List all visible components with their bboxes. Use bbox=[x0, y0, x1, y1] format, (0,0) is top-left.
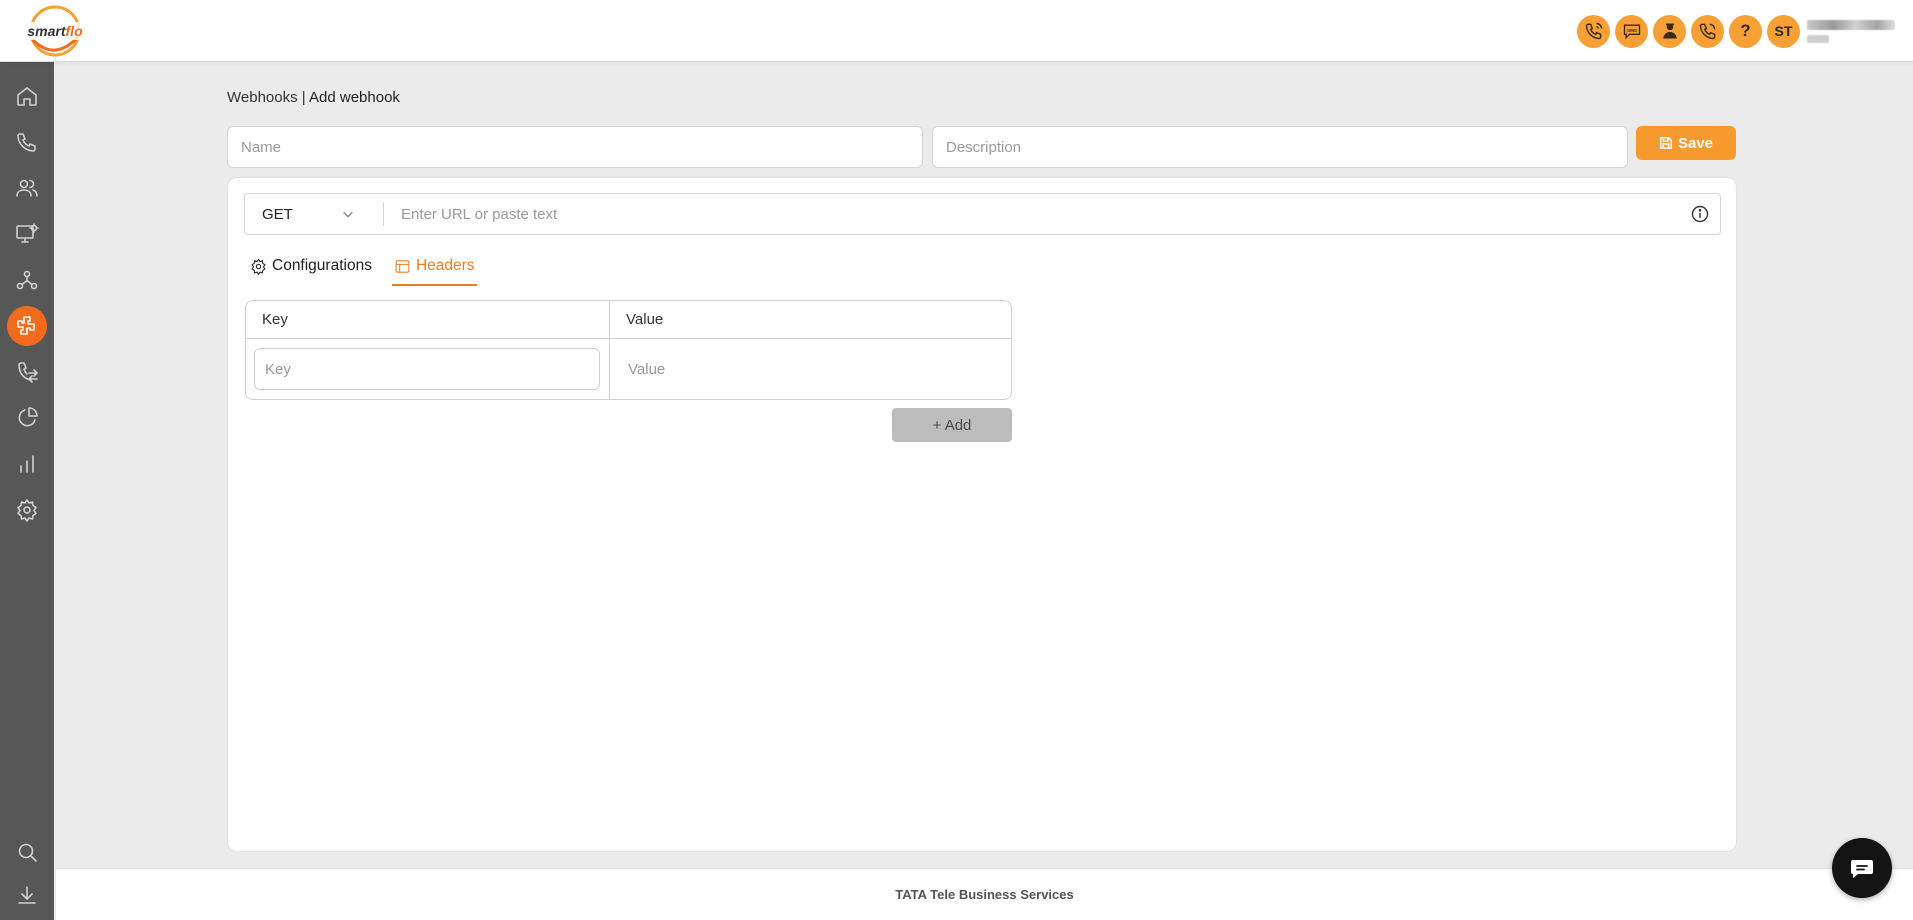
request-bar: GET bbox=[244, 193, 1721, 235]
chat-button[interactable] bbox=[1832, 838, 1892, 898]
sms-icon[interactable]: SMS bbox=[1615, 14, 1648, 48]
window-icon bbox=[395, 259, 410, 273]
name-input[interactable] bbox=[227, 126, 923, 168]
download-icon[interactable] bbox=[7, 876, 47, 916]
agent-icon[interactable] bbox=[1653, 14, 1686, 48]
breadcrumb-separator: | bbox=[297, 89, 310, 106]
network-icon[interactable] bbox=[7, 260, 47, 300]
breadcrumb-parent[interactable]: Webhooks bbox=[227, 89, 298, 106]
avatar[interactable]: ST bbox=[1767, 14, 1800, 48]
tab-configurations[interactable]: Configurations bbox=[248, 256, 374, 286]
smartflo-logo[interactable]: smartflo bbox=[12, 5, 98, 57]
phone-icon[interactable] bbox=[7, 122, 47, 162]
chat-icon bbox=[1851, 860, 1873, 878]
home-icon[interactable] bbox=[7, 76, 47, 116]
sidebar bbox=[0, 62, 54, 920]
phone-call-icon[interactable] bbox=[1577, 14, 1610, 48]
chevron-down-icon bbox=[343, 211, 353, 218]
value-cell bbox=[610, 339, 1011, 399]
url-input[interactable] bbox=[384, 194, 1690, 234]
svg-text:SMS: SMS bbox=[1627, 28, 1637, 33]
settings-icon[interactable] bbox=[7, 490, 47, 530]
search-icon[interactable] bbox=[7, 832, 47, 872]
bar-chart-icon[interactable] bbox=[7, 444, 47, 484]
tab-headers[interactable]: Headers bbox=[391, 256, 477, 286]
footer-text: TATA Tele Business Services bbox=[895, 887, 1074, 902]
header-actions: SMS ? ST bbox=[1577, 14, 1899, 48]
tab-headers-label: Headers bbox=[415, 257, 475, 274]
phone-outgoing-icon[interactable] bbox=[1691, 14, 1724, 48]
info-icon[interactable] bbox=[1690, 204, 1710, 224]
column-header-value: Value bbox=[626, 311, 664, 328]
integrations-icon[interactable] bbox=[7, 306, 47, 346]
description-input[interactable] bbox=[932, 126, 1628, 168]
value-input[interactable] bbox=[628, 349, 928, 389]
headers-table: Key Value bbox=[245, 300, 1012, 400]
method-value: GET bbox=[262, 205, 293, 223]
key-cell bbox=[246, 339, 610, 399]
svg-text:smartflo: smartflo bbox=[27, 23, 83, 39]
table-header: Key Value bbox=[246, 301, 1011, 339]
table-row bbox=[246, 339, 1011, 399]
save-icon bbox=[1659, 136, 1673, 150]
help-icon[interactable]: ? bbox=[1729, 14, 1762, 48]
users-icon[interactable] bbox=[7, 168, 47, 208]
footer: TATA Tele Business Services bbox=[56, 868, 1913, 920]
top-bar: smartflo SMS ? ST bbox=[0, 0, 1913, 62]
webhook-card: GET Configurations Headers Key Value bbox=[227, 177, 1737, 852]
breadcrumb: Webhooks | Add webhook bbox=[227, 89, 400, 106]
save-button-label: Save bbox=[1677, 134, 1714, 152]
column-header-key: Key bbox=[246, 301, 610, 338]
monitor-settings-icon[interactable] bbox=[7, 214, 47, 254]
tab-bar: Configurations Headers bbox=[248, 256, 495, 286]
key-input[interactable] bbox=[254, 348, 600, 390]
breadcrumb-current: Add webhook bbox=[309, 89, 400, 106]
method-select[interactable]: GET bbox=[245, 194, 383, 234]
tab-configurations-label: Configurations bbox=[272, 257, 372, 274]
save-button[interactable]: Save bbox=[1636, 126, 1736, 160]
add-header-button[interactable]: + Add bbox=[892, 408, 1012, 442]
user-name-redacted[interactable] bbox=[1807, 19, 1899, 43]
call-transfer-icon[interactable] bbox=[7, 352, 47, 392]
pie-chart-icon[interactable] bbox=[7, 398, 47, 438]
gear-icon bbox=[251, 257, 266, 275]
